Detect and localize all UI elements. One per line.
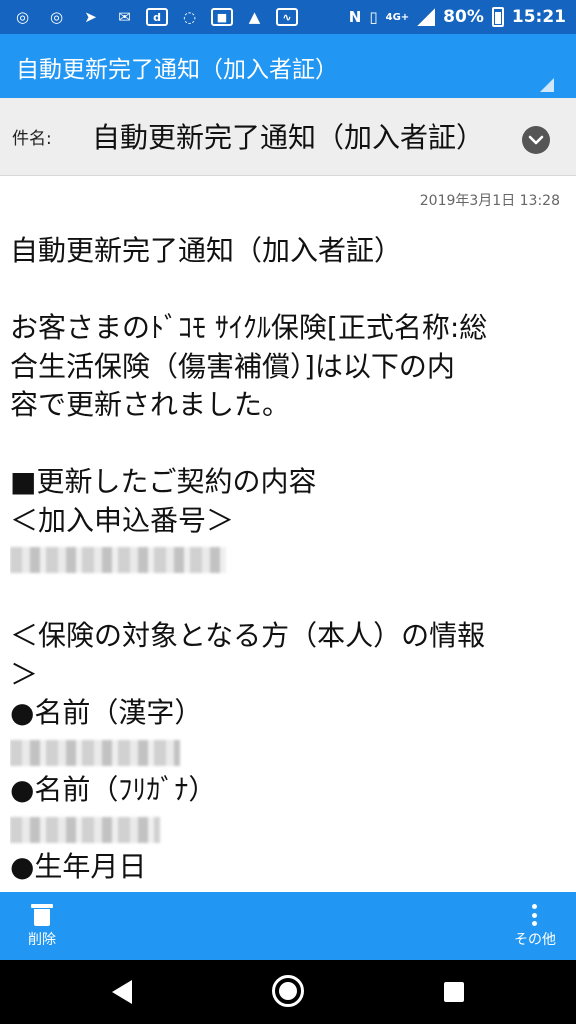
redacted-application-number: [10, 547, 226, 573]
app-title-bar: 自動更新完了通知（加入者証）: [0, 34, 576, 98]
activity-icon: ∿: [276, 8, 298, 26]
trash-icon: [31, 904, 53, 926]
status-bar: ◎ ◎ ➤ ✉ d ◌ ■ ▲ ∿ N ▯ 4G+ 80% 15:21: [0, 0, 576, 34]
body-text: 合生活保険（傷害補償）]は以下の内: [10, 349, 455, 383]
field-label-name-kana: ●名前（ﾌﾘｶﾞﾅ）: [10, 773, 217, 806]
expand-subject-button[interactable]: [522, 126, 550, 154]
system-status: N ▯ 4G+ 80% 15:21: [349, 7, 566, 27]
subject-value: 自動更新完了通知（加入者証）: [92, 121, 485, 154]
redacted-name-kanji: [10, 739, 180, 766]
subject-bar[interactable]: 件名: 自動更新完了通知（加入者証）: [0, 98, 576, 176]
subject-label: 件名:: [12, 129, 52, 149]
bottom-toolbar: 削除 その他: [0, 892, 576, 960]
more-options-button[interactable]: その他: [510, 904, 560, 949]
signal-icon: [417, 8, 436, 26]
nfc-icon: N: [348, 8, 362, 26]
body-title: 自動更新完了通知（加入者証）: [10, 234, 403, 267]
clock: 15:21: [511, 7, 566, 27]
vibrate-icon: ▯: [369, 8, 378, 26]
field-label-insured-cont: ＞: [10, 657, 39, 691]
app-notification-icon: ◎: [49, 8, 64, 26]
system-nav-bar: [0, 960, 576, 1024]
field-label-birthdate: ●生年月日: [10, 850, 147, 883]
field-label-application-number: ＜加入申込番号＞: [10, 503, 235, 537]
more-label: その他: [514, 932, 556, 948]
app-notification-icon: ■: [211, 8, 233, 26]
message-date: 2019年3月1日 13:28: [419, 193, 560, 209]
section-heading: ■更新したご契約の内容: [10, 465, 317, 498]
battery-icon: [491, 7, 504, 27]
redacted-name-kana: [10, 816, 160, 843]
back-icon[interactable]: [112, 980, 132, 1004]
more-vertical-icon: [532, 904, 538, 926]
chevron-down-icon: [528, 135, 544, 145]
field-label-insured: ＜保険の対象となる方（本人）の情報: [10, 619, 486, 652]
battery-percent: 80%: [443, 7, 484, 27]
corner-indicator-icon: [540, 78, 554, 92]
home-icon[interactable]: [272, 975, 304, 1007]
delete-label: 削除: [28, 932, 56, 948]
field-label-name-kanji: ●名前（漢字）: [10, 696, 203, 729]
body-text: 容で更新されました。: [10, 388, 291, 421]
app-notification-icon: ◎: [15, 8, 30, 26]
recent-apps-icon[interactable]: [444, 982, 464, 1002]
app-notification-icon: ◌: [182, 8, 197, 26]
notification-icons: ◎ ◎ ➤ ✉ d ◌ ■ ▲ ∿: [10, 7, 298, 27]
delete-button[interactable]: 削除: [24, 904, 60, 949]
mail-icon: ✉: [118, 8, 131, 26]
network-type: 4G+: [385, 11, 410, 23]
docomo-icon: d: [146, 8, 168, 26]
message-body[interactable]: 自動更新完了通知（加入者証） お客さまのﾄﾞｺﾓ ｻｲｸﾙ保険[正式名称:総 合…: [10, 232, 570, 892]
app-notification-icon: ➤: [84, 8, 97, 26]
body-text: お客さまのﾄﾞｺﾓ ｻｲｸﾙ保険[正式名称:総: [10, 311, 488, 344]
page-title: 自動更新完了通知（加入者証）: [16, 57, 338, 83]
run-icon: ▲: [248, 8, 261, 26]
